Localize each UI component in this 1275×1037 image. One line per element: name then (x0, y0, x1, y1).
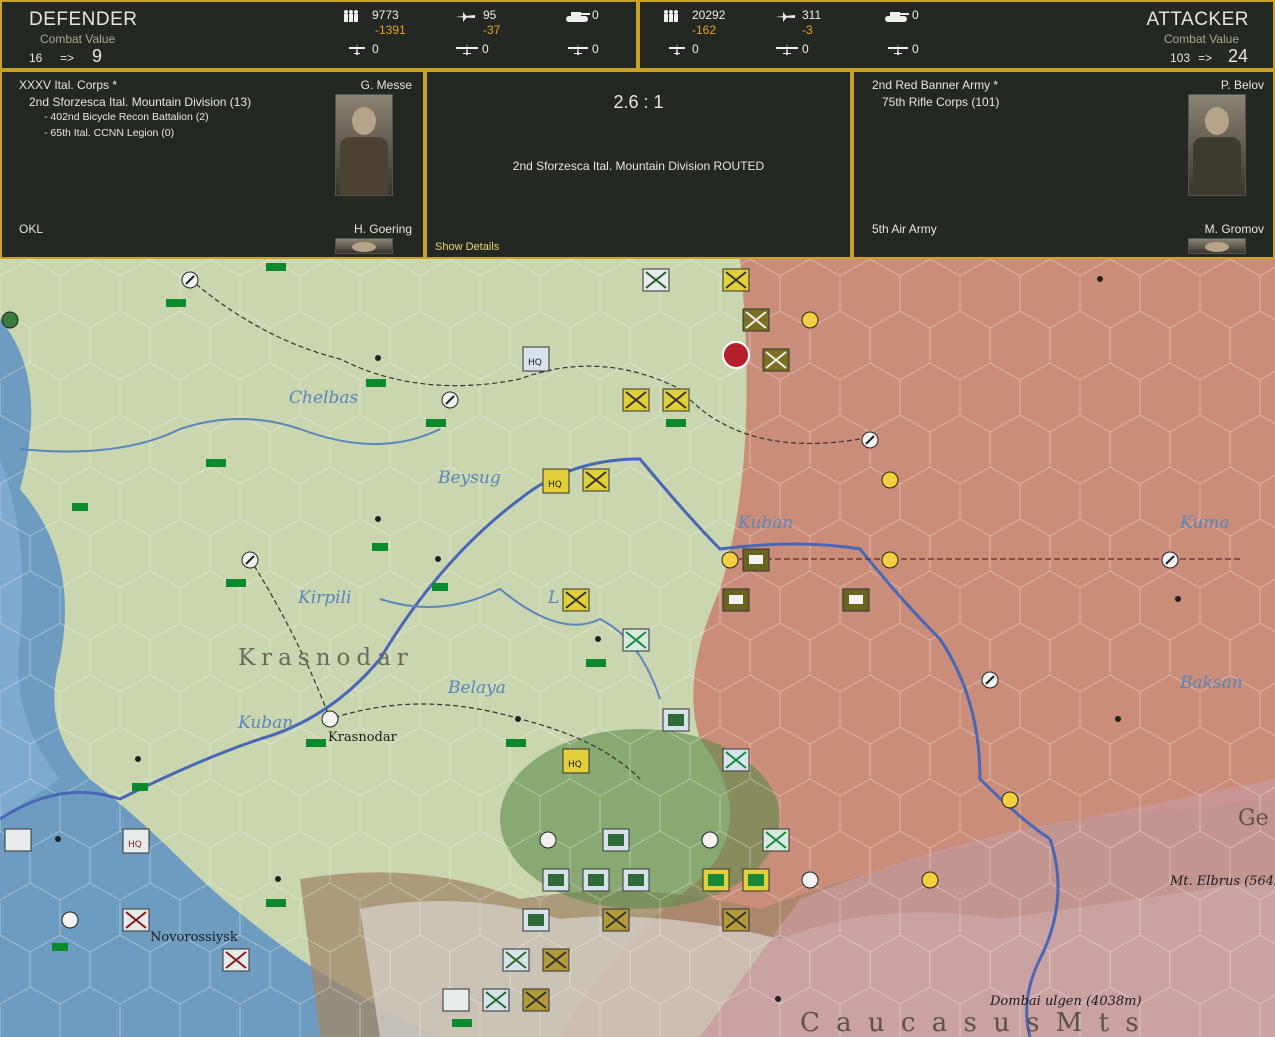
defender-cv-before: 16 (29, 51, 43, 65)
map-label-belaya: Belaya (447, 678, 506, 698)
attacker-tactical: 0 (912, 42, 919, 56)
tactical-bomber-icon (568, 43, 588, 55)
map-label-ge: Ge (1238, 806, 1269, 831)
defender-cv-arrow: => (60, 51, 75, 65)
combat-odds: 2.6 : 1 (613, 92, 664, 112)
attacker-cv-arrow: => (1198, 51, 1213, 65)
infantry-icon (664, 10, 678, 22)
attacker-aircraft-loss: -3 (802, 23, 813, 37)
combat-result-panel: 2.6 : 1 2nd Sforzesca Ital. Mountain Div… (425, 70, 852, 259)
map-label-elbrus: Mt. Elbrus (5642 (1169, 874, 1275, 889)
map-label-dombai: Dombai ulgen (4038m) (989, 994, 1142, 1009)
defender-corps: XXXV Ital. Corps * (19, 78, 118, 92)
attacker-army: 2nd Red Banner Army * (872, 78, 999, 92)
defender-aircraft: 95 (483, 8, 497, 22)
infantry-icon (344, 10, 358, 22)
city-krasnodar[interactable]: Krasnodar (328, 730, 398, 745)
svg-text:HQ: HQ (128, 840, 142, 850)
map-label-caucasus: C a u c a s u s M t s (800, 1008, 1143, 1037)
fighter-icon (349, 43, 365, 55)
tank-icon (885, 12, 909, 22)
svg-text:HQ: HQ (528, 358, 542, 368)
attacker-tanks: 0 (912, 8, 919, 22)
defender-units-panel: XXXV Ital. Corps * G. Messe 2nd Sforzesc… (0, 70, 425, 259)
map-label-chelbas: Chelbas (289, 388, 358, 408)
fighter-icon (669, 43, 685, 55)
bomber-icon (776, 43, 798, 55)
defender-commander: G. Messe (360, 78, 412, 92)
attacker-commander: P. Belov (1220, 78, 1264, 92)
city-novorossiysk[interactable]: Novorossiysk (150, 930, 238, 945)
defender-sub1: - 402nd Bicycle Recon Battalion (2) (44, 111, 209, 123)
defender-aircraft-loss: -37 (483, 23, 501, 37)
defender-division: 2nd Sforzesca Ital. Mountain Division (1… (29, 95, 252, 109)
attacker-corps: 75th Rifle Corps (101) (882, 95, 1000, 109)
defender-tactical: 0 (592, 42, 599, 56)
svg-text:HQ: HQ (548, 480, 562, 490)
defender-title: DEFENDER (29, 9, 138, 30)
defender-sub2: - 65th Ital. CCNN Legion (0) (44, 127, 175, 139)
defender-infantry: 9773 (372, 8, 399, 22)
map-label-kirpili: Kirpili (297, 588, 351, 608)
attacker-cv-before: 103 (1170, 51, 1191, 65)
map-canvas[interactable]: Chelbas Beysug Kuban Kirpili L Belaya Ku… (0, 259, 1275, 1037)
map-label-kuban-east: Kuban (737, 513, 793, 533)
defender-header: DEFENDER Combat Value 16 => 9 9773 -1391… (0, 0, 638, 70)
combat-result: 2nd Sforzesca Ital. Mountain Division RO… (512, 159, 765, 173)
defender-tanks: 0 (592, 8, 599, 22)
aircraft-icon (775, 12, 795, 22)
bomber-icon (456, 43, 478, 55)
defender-air: OKL (19, 222, 44, 236)
attacker-header: 20292 -162 311 -3 0 0 0 0 ATTACKER Comba… (638, 0, 1275, 70)
gromov-portrait[interactable] (1188, 238, 1246, 254)
attacker-air-commander: M. Gromov (1204, 222, 1264, 236)
map-label-li: L (547, 588, 559, 608)
map-region-krasnodar: Krasnodar (238, 645, 414, 671)
map-label-beysug: Beysug (437, 468, 501, 488)
svg-text:HQ: HQ (568, 760, 582, 770)
tank-icon (566, 12, 590, 22)
attacker-units-panel: 2nd Red Banner Army * P. Belov 75th Rifl… (852, 70, 1275, 259)
strategic-map[interactable]: Chelbas Beysug Kuban Kirpili L Belaya Ku… (0, 259, 1275, 1037)
defender-air-commander: H. Goering (353, 222, 412, 236)
aircraft-icon (455, 12, 475, 22)
map-label-kuma: Kuma (1179, 513, 1230, 533)
defender-bombers: 0 (482, 42, 489, 56)
tactical-bomber-icon (888, 43, 908, 55)
attacker-fighters: 0 (692, 42, 699, 56)
defender-cv-label: Combat Value (40, 32, 116, 46)
defender-cv-after: 9 (92, 46, 103, 66)
attacker-cv-after: 24 (1228, 46, 1249, 66)
attacker-infantry: 20292 (692, 8, 726, 22)
attacker-title: ATTACKER (1146, 9, 1249, 30)
attacker-bombers: 0 (802, 42, 809, 56)
map-label-baksan: Baksan (1179, 673, 1243, 693)
map-label-kuban-west: Kuban (237, 713, 293, 733)
belov-portrait[interactable] (1188, 94, 1246, 196)
goering-portrait[interactable] (335, 238, 393, 254)
attacker-infantry-loss: -162 (692, 23, 717, 37)
messe-portrait[interactable] (335, 94, 393, 196)
attacker-aircraft: 311 (802, 8, 822, 22)
show-details-link[interactable]: Show Details (435, 241, 499, 253)
attacker-air: 5th Air Army (872, 222, 937, 236)
defender-fighters: 0 (372, 42, 379, 56)
defender-infantry-loss: -1391 (375, 23, 406, 37)
attacker-cv-label: Combat Value (1163, 32, 1239, 46)
